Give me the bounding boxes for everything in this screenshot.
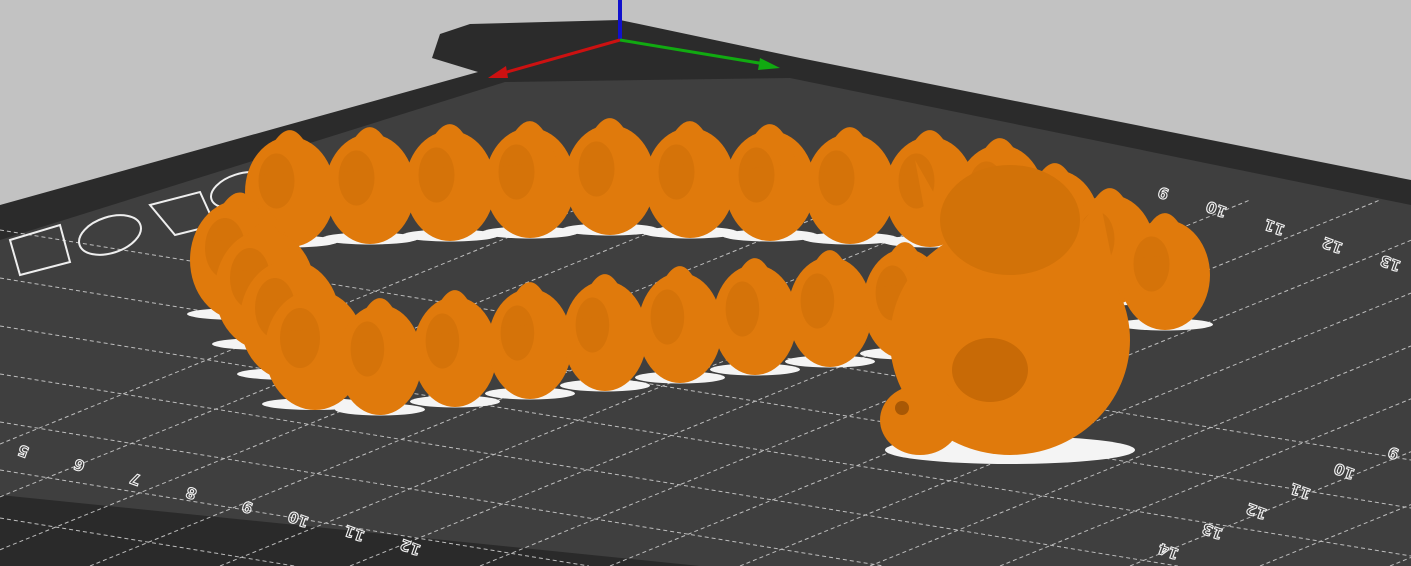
- 3d-scene[interactable]: 56789101112 14131211109910111213: [0, 0, 1411, 566]
- 3d-viewport[interactable]: 5 6 7 8 9 10 11 12 14 13 12 11 10 9 9 10 11 12 13: [0, 0, 1411, 566]
